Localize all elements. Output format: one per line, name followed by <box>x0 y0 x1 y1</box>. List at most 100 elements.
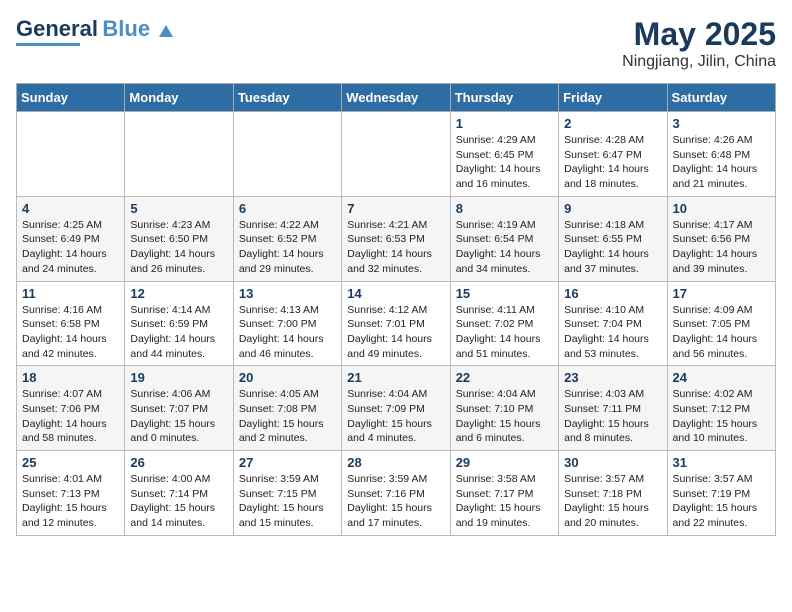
calendar-cell: 6 Sunrise: 4:22 AM Sunset: 6:52 PM Daylig… <box>233 196 341 281</box>
day-info: Sunrise: 4:11 AM Sunset: 7:02 PM Dayligh… <box>456 303 553 362</box>
day-info: Sunrise: 4:09 AM Sunset: 7:05 PM Dayligh… <box>673 303 770 362</box>
page-header: General Blue May 2025 Ningjiang, Jilin, … <box>16 16 776 71</box>
day-number: 28 <box>347 455 444 470</box>
logo-text-general: General <box>16 16 98 41</box>
calendar-cell: 3 Sunrise: 4:26 AM Sunset: 6:48 PM Daylig… <box>667 112 775 197</box>
day-number: 8 <box>456 201 553 216</box>
calendar-cell: 8 Sunrise: 4:19 AM Sunset: 6:54 PM Daylig… <box>450 196 558 281</box>
calendar-cell: 1 Sunrise: 4:29 AM Sunset: 6:45 PM Daylig… <box>450 112 558 197</box>
calendar-cell: 10Sunrise: 4:17 AM Sunset: 6:56 PM Dayli… <box>667 196 775 281</box>
day-number: 15 <box>456 286 553 301</box>
day-info: Sunrise: 4:29 AM Sunset: 6:45 PM Dayligh… <box>456 133 553 192</box>
location-subtitle: Ningjiang, Jilin, China <box>622 53 776 71</box>
calendar-table: SundayMondayTuesdayWednesdayThursdayFrid… <box>16 83 776 536</box>
day-number: 17 <box>673 286 770 301</box>
day-info: Sunrise: 4:13 AM Sunset: 7:00 PM Dayligh… <box>239 303 336 362</box>
logo-icon <box>157 23 175 41</box>
day-number: 14 <box>347 286 444 301</box>
day-info: Sunrise: 3:57 AM Sunset: 7:19 PM Dayligh… <box>673 472 770 531</box>
day-info: Sunrise: 4:06 AM Sunset: 7:07 PM Dayligh… <box>130 387 227 446</box>
day-number: 5 <box>130 201 227 216</box>
day-info: Sunrise: 3:58 AM Sunset: 7:17 PM Dayligh… <box>456 472 553 531</box>
day-info: Sunrise: 4:19 AM Sunset: 6:54 PM Dayligh… <box>456 218 553 277</box>
weekday-header-sunday: Sunday <box>17 84 125 112</box>
weekday-header-row: SundayMondayTuesdayWednesdayThursdayFrid… <box>17 84 776 112</box>
day-info: Sunrise: 3:59 AM Sunset: 7:15 PM Dayligh… <box>239 472 336 531</box>
calendar-cell: 12 Sunrise: 4:14 AM Sunset: 6:59 PM Dayli… <box>125 281 233 366</box>
calendar-cell <box>233 112 341 197</box>
day-info: Sunrise: 4:28 AM Sunset: 6:47 PM Dayligh… <box>564 133 661 192</box>
day-number: 18 <box>22 370 119 385</box>
calendar-cell: 14 Sunrise: 4:12 AM Sunset: 7:01 PM Dayli… <box>342 281 450 366</box>
day-info: Sunrise: 4:16 AM Sunset: 6:58 PM Dayligh… <box>22 303 119 362</box>
calendar-cell: 27 Sunrise: 3:59 AM Sunset: 7:15 PM Dayli… <box>233 451 341 536</box>
logo-underline <box>16 43 80 46</box>
day-info: Sunrise: 4:12 AM Sunset: 7:01 PM Dayligh… <box>347 303 444 362</box>
day-number: 29 <box>456 455 553 470</box>
day-number: 4 <box>22 201 119 216</box>
calendar-cell <box>342 112 450 197</box>
day-info: Sunrise: 4:00 AM Sunset: 7:14 PM Dayligh… <box>130 472 227 531</box>
calendar-week-3: 11 Sunrise: 4:16 AM Sunset: 6:58 PM Dayli… <box>17 281 776 366</box>
day-info: Sunrise: 4:21 AM Sunset: 6:53 PM Dayligh… <box>347 218 444 277</box>
calendar-week-1: 1 Sunrise: 4:29 AM Sunset: 6:45 PM Daylig… <box>17 112 776 197</box>
calendar-week-4: 18Sunrise: 4:07 AM Sunset: 7:06 PM Dayli… <box>17 366 776 451</box>
day-number: 9 <box>564 201 661 216</box>
day-number: 26 <box>130 455 227 470</box>
day-info: Sunrise: 3:59 AM Sunset: 7:16 PM Dayligh… <box>347 472 444 531</box>
weekday-header-wednesday: Wednesday <box>342 84 450 112</box>
calendar-cell: 11 Sunrise: 4:16 AM Sunset: 6:58 PM Dayli… <box>17 281 125 366</box>
day-info: Sunrise: 4:10 AM Sunset: 7:04 PM Dayligh… <box>564 303 661 362</box>
calendar-week-2: 4 Sunrise: 4:25 AM Sunset: 6:49 PM Daylig… <box>17 196 776 281</box>
day-info: Sunrise: 4:22 AM Sunset: 6:52 PM Dayligh… <box>239 218 336 277</box>
weekday-header-thursday: Thursday <box>450 84 558 112</box>
day-number: 7 <box>347 201 444 216</box>
calendar-cell: 31Sunrise: 3:57 AM Sunset: 7:19 PM Dayli… <box>667 451 775 536</box>
day-number: 19 <box>130 370 227 385</box>
day-number: 27 <box>239 455 336 470</box>
day-info: Sunrise: 4:01 AM Sunset: 7:13 PM Dayligh… <box>22 472 119 531</box>
calendar-cell: 24 Sunrise: 4:02 AM Sunset: 7:12 PM Dayli… <box>667 366 775 451</box>
day-info: Sunrise: 4:02 AM Sunset: 7:12 PM Dayligh… <box>673 387 770 446</box>
calendar-cell: 25Sunrise: 4:01 AM Sunset: 7:13 PM Dayli… <box>17 451 125 536</box>
calendar-cell: 16 Sunrise: 4:10 AM Sunset: 7:04 PM Dayli… <box>559 281 667 366</box>
day-number: 2 <box>564 116 661 131</box>
day-number: 24 <box>673 370 770 385</box>
day-info: Sunrise: 4:26 AM Sunset: 6:48 PM Dayligh… <box>673 133 770 192</box>
day-number: 1 <box>456 116 553 131</box>
month-year-title: May 2025 <box>622 16 776 53</box>
day-number: 16 <box>564 286 661 301</box>
title-block: May 2025 Ningjiang, Jilin, China <box>622 16 776 71</box>
day-number: 20 <box>239 370 336 385</box>
day-number: 11 <box>22 286 119 301</box>
calendar-cell: 13 Sunrise: 4:13 AM Sunset: 7:00 PM Dayli… <box>233 281 341 366</box>
calendar-cell: 15 Sunrise: 4:11 AM Sunset: 7:02 PM Dayli… <box>450 281 558 366</box>
calendar-cell: 21Sunrise: 4:04 AM Sunset: 7:09 PM Dayli… <box>342 366 450 451</box>
calendar-cell: 5Sunrise: 4:23 AM Sunset: 6:50 PM Daylig… <box>125 196 233 281</box>
weekday-header-tuesday: Tuesday <box>233 84 341 112</box>
day-number: 12 <box>130 286 227 301</box>
day-info: Sunrise: 4:04 AM Sunset: 7:10 PM Dayligh… <box>456 387 553 446</box>
calendar-week-5: 25Sunrise: 4:01 AM Sunset: 7:13 PM Dayli… <box>17 451 776 536</box>
day-number: 3 <box>673 116 770 131</box>
day-number: 22 <box>456 370 553 385</box>
calendar-cell: 19 Sunrise: 4:06 AM Sunset: 7:07 PM Dayli… <box>125 366 233 451</box>
day-info: Sunrise: 4:18 AM Sunset: 6:55 PM Dayligh… <box>564 218 661 277</box>
calendar-cell: 26 Sunrise: 4:00 AM Sunset: 7:14 PM Dayli… <box>125 451 233 536</box>
weekday-header-friday: Friday <box>559 84 667 112</box>
day-number: 10 <box>673 201 770 216</box>
day-info: Sunrise: 4:05 AM Sunset: 7:08 PM Dayligh… <box>239 387 336 446</box>
calendar-cell: 18Sunrise: 4:07 AM Sunset: 7:06 PM Dayli… <box>17 366 125 451</box>
day-number: 13 <box>239 286 336 301</box>
calendar-cell: 4 Sunrise: 4:25 AM Sunset: 6:49 PM Daylig… <box>17 196 125 281</box>
day-info: Sunrise: 4:25 AM Sunset: 6:49 PM Dayligh… <box>22 218 119 277</box>
calendar-cell <box>17 112 125 197</box>
day-info: Sunrise: 4:03 AM Sunset: 7:11 PM Dayligh… <box>564 387 661 446</box>
calendar-cell: 22 Sunrise: 4:04 AM Sunset: 7:10 PM Dayli… <box>450 366 558 451</box>
day-info: Sunrise: 4:14 AM Sunset: 6:59 PM Dayligh… <box>130 303 227 362</box>
weekday-header-monday: Monday <box>125 84 233 112</box>
calendar-cell: 17 Sunrise: 4:09 AM Sunset: 7:05 PM Dayli… <box>667 281 775 366</box>
calendar-cell <box>125 112 233 197</box>
day-number: 21 <box>347 370 444 385</box>
day-number: 6 <box>239 201 336 216</box>
